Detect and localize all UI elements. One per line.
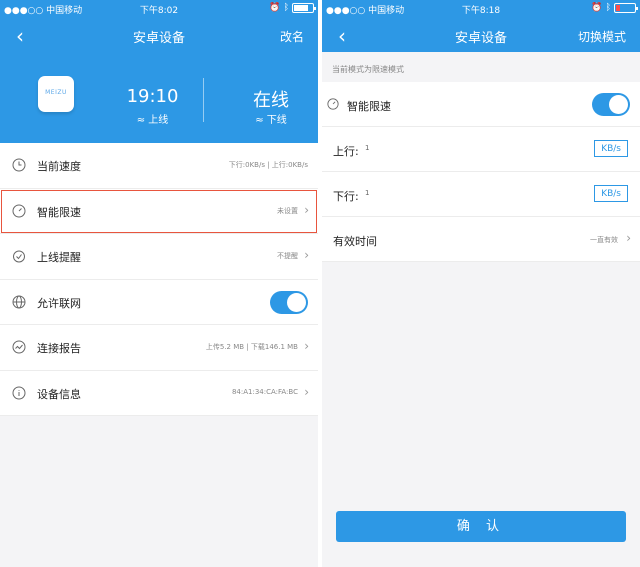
left-screen: ●●●○○ 中国移动 下午8:02 ⏰ ᛒ ‹ 安卓设备 改名 MEIZU 19… [0, 0, 318, 567]
settings-list: 当前速度 下行:0KB/s | 上行:0KB/s 智能限速 未设置 › 上线提醒… [0, 143, 318, 416]
device-header: ●●●○○ 中国移动 下午8:02 ⏰ ᛒ ‹ 安卓设备 改名 MEIZU 19… [0, 0, 318, 143]
row-value: 一直有效 [590, 236, 618, 244]
row-label: 连接报告 [37, 342, 81, 355]
row-label: 当前速度 [37, 160, 81, 173]
chevron-right-icon: › [304, 202, 309, 217]
row-value: 下行:0KB/s | 上行:0KB/s [228, 161, 308, 169]
nav-bar: ‹ 安卓设备 切换模式 [322, 18, 640, 52]
row-device-info[interactable]: 设备信息 84:A1:34:CA:FA:BC › [0, 370, 318, 416]
chevron-right-icon: › [304, 339, 309, 353]
row-label: 允许联网 [37, 296, 81, 310]
upload-unit-button[interactable]: KB/s [594, 140, 628, 157]
row-label: 有效时间 [333, 235, 377, 248]
header-divider [203, 78, 204, 122]
row-current-speed[interactable]: 当前速度 下行:0KB/s | 上行:0KB/s [0, 143, 318, 189]
right-screen: ●●●○○ 中国移动 下午8:18 ⏰ ᛒ ‹ 安卓设备 切换模式 当前模式为限… [322, 0, 640, 567]
download-limit-input[interactable]: 1 [365, 189, 369, 197]
chevron-right-icon: › [626, 231, 631, 245]
battery-icon [292, 3, 316, 13]
speedometer-icon [12, 204, 26, 217]
row-label: 上行: [333, 145, 359, 158]
speedometer-icon [327, 98, 339, 110]
offline-label: ≈ 下线 [255, 115, 287, 126]
limit-settings-list: 智能限速 上行: 1 KB/s 下行: 1 KB/s 有效时间 一直有效 › [322, 82, 640, 262]
allow-internet-toggle[interactable] [270, 290, 308, 314]
device-image: MEIZU [38, 76, 74, 112]
smart-limit-toggle[interactable] [592, 93, 630, 116]
online-label: ≈ 上线 [136, 115, 169, 126]
bluetooth-icon: ᛒ [283, 3, 289, 13]
row-smart-limit: 智能限速 [322, 82, 640, 127]
row-allow-internet: 允许联网 [0, 279, 318, 325]
status-bar: ●●●○○ 中国移动 下午8:02 ⏰ ᛒ [0, 0, 318, 18]
row-value: 84:A1:34:CA:FA:BC [231, 387, 298, 396]
confirm-button[interactable]: 确 认 [336, 511, 626, 542]
alarm-icon [13, 250, 25, 263]
clock-icon [12, 158, 26, 172]
row-smart-limit[interactable]: 智能限速 未设置 › [0, 188, 318, 234]
row-connection-report[interactable]: 连接报告 上传5.2 MB | 下载146.1 MB › [0, 325, 318, 371]
row-value: 上传5.2 MB | 下载146.1 MB [205, 343, 298, 351]
rename-button[interactable]: 改名 [280, 28, 304, 45]
info-icon [12, 386, 26, 399]
alarm-icon: ⏰ [591, 3, 603, 13]
alarm-icon: ⏰ [269, 3, 281, 13]
battery-icon [614, 3, 638, 13]
row-download: 下行: 1 KB/s [322, 172, 640, 217]
row-value: 不提醒 [277, 252, 298, 260]
row-label: 上线提醒 [37, 251, 81, 264]
online-time: 19:10 [126, 86, 179, 107]
chevron-right-icon: › [304, 384, 309, 399]
row-label: 下行: [333, 190, 359, 203]
page-title: 安卓设备 [132, 31, 185, 46]
download-unit-button[interactable]: KB/s [594, 185, 628, 202]
bluetooth-icon: ᛒ [605, 3, 611, 13]
nav-bar: ‹ 安卓设备 改名 [0, 18, 318, 52]
device-logo: MEIZU [45, 89, 67, 96]
row-label: 智能限速 [37, 205, 81, 219]
chevron-right-icon: › [304, 248, 309, 262]
globe-icon [12, 295, 26, 308]
row-label: 智能限速 [347, 100, 391, 113]
row-online-alert[interactable]: 上线提醒 不提醒 › [0, 234, 318, 280]
row-valid-time[interactable]: 有效时间 一直有效 › [322, 217, 640, 262]
row-label: 设备信息 [37, 387, 81, 401]
chart-icon [12, 340, 26, 354]
switch-mode-button[interactable]: 切换模式 [578, 28, 626, 45]
right-header: ●●●○○ 中国移动 下午8:18 ⏰ ᛒ ‹ 安卓设备 切换模式 [322, 0, 640, 52]
row-upload: 上行: 1 KB/s [322, 127, 640, 172]
mode-note: 当前模式为限速模式 [332, 65, 404, 74]
upload-limit-input[interactable]: 1 [365, 144, 369, 152]
status-bar: ●●●○○ 中国移动 下午8:18 ⏰ ᛒ [322, 0, 640, 18]
device-status: 在线 [253, 90, 289, 111]
row-value: 未设置 [277, 206, 298, 215]
